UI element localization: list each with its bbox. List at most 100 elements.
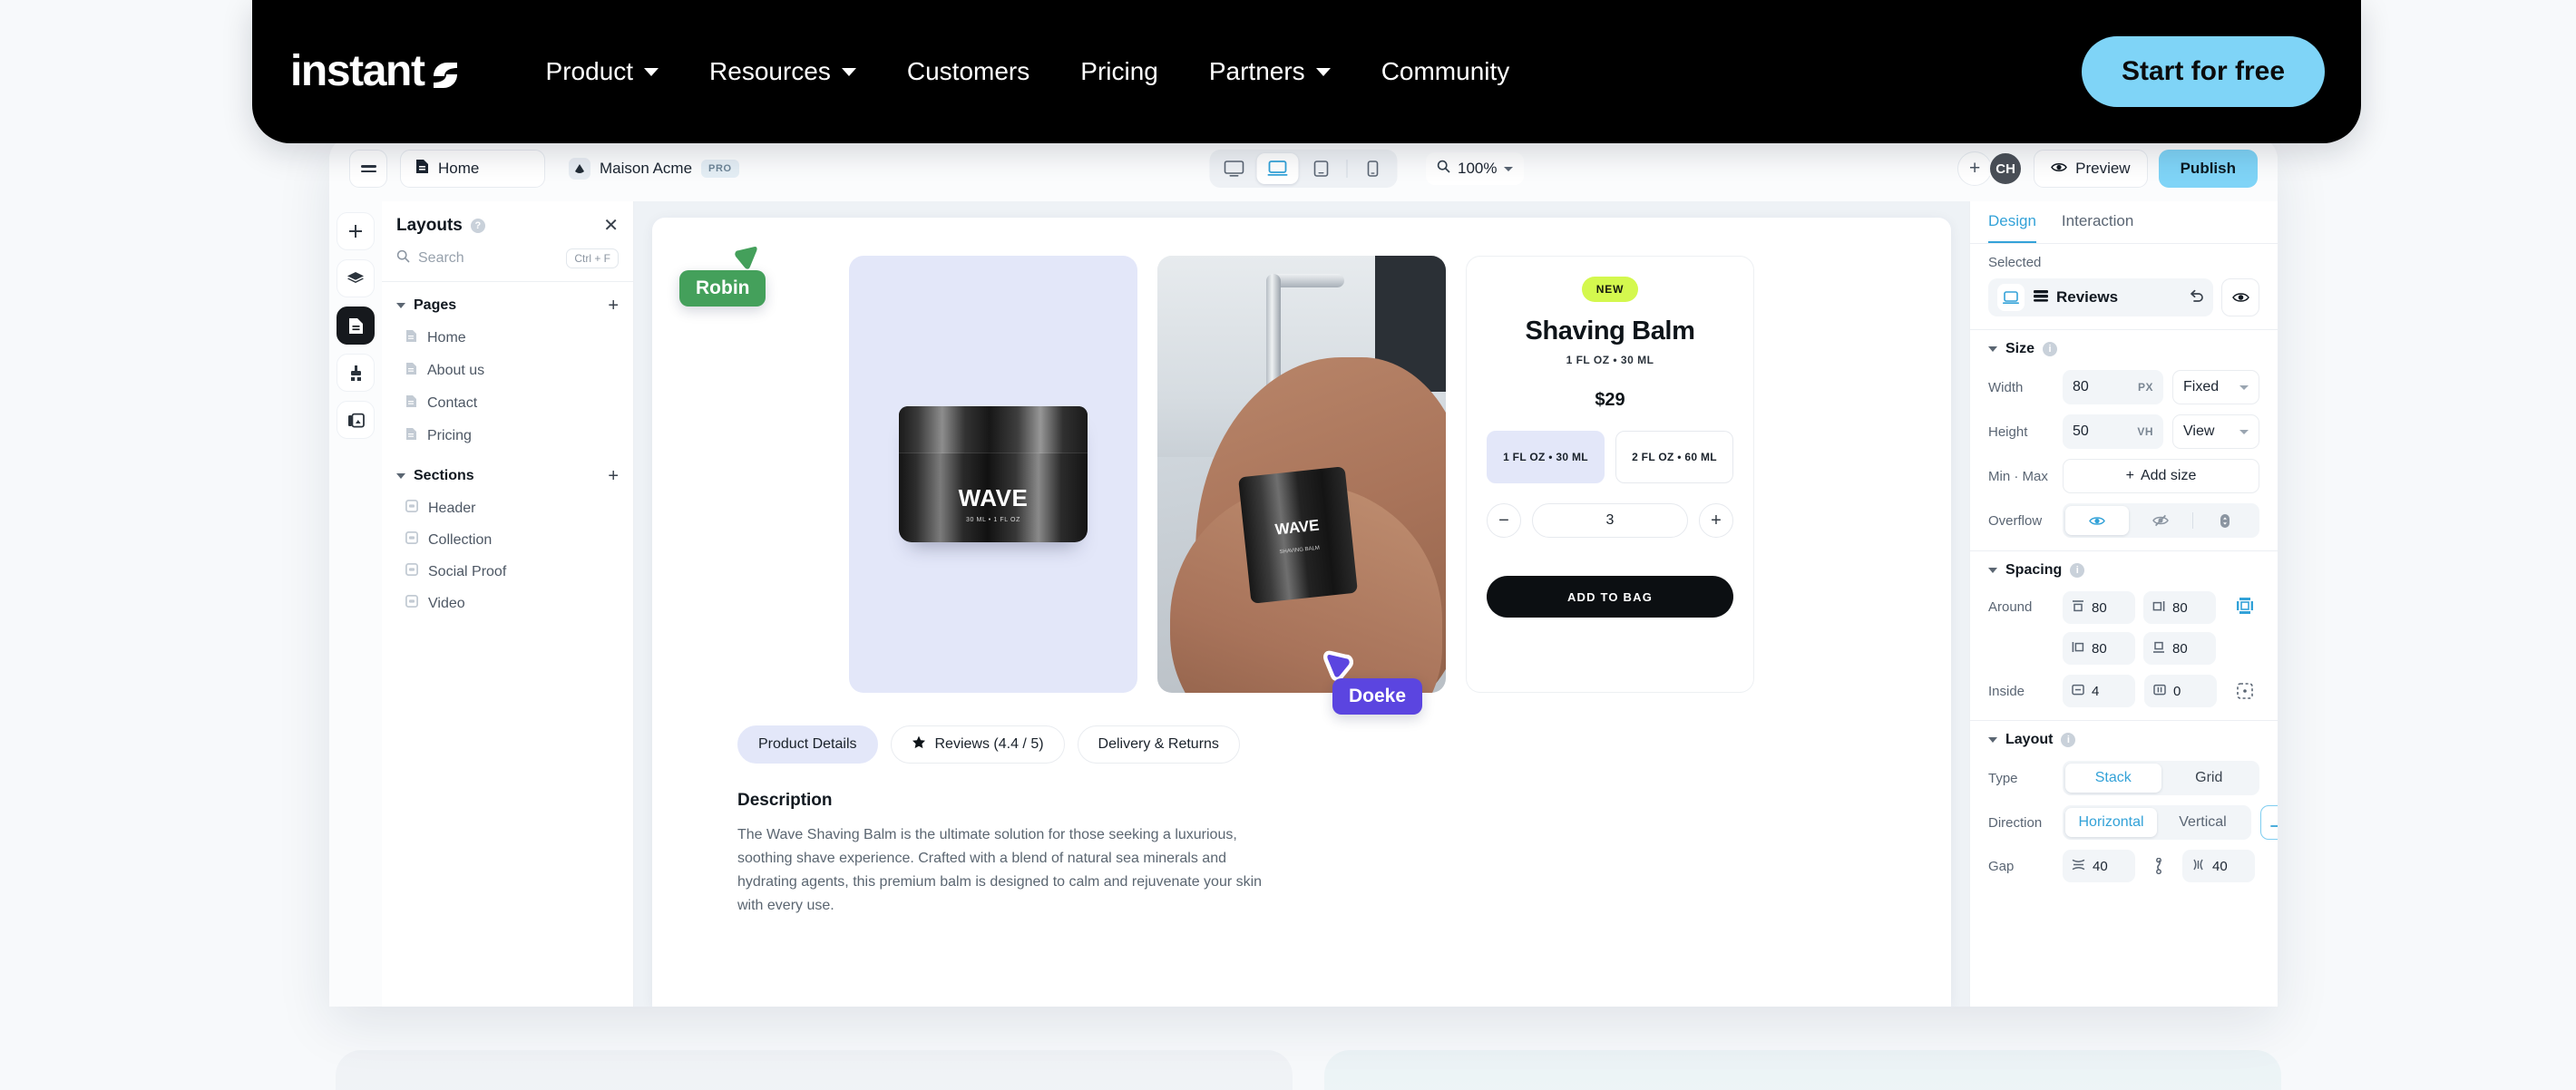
info-icon[interactable]: i: [2043, 342, 2058, 356]
nav-link-pricing[interactable]: Pricing: [1055, 57, 1184, 86]
preview-button[interactable]: Preview: [2034, 150, 2148, 188]
padding-left-input[interactable]: 80: [2063, 632, 2135, 665]
brand-logo[interactable]: instant: [290, 50, 461, 93]
laptop-icon: [1997, 284, 2025, 311]
search-input[interactable]: Search: [418, 250, 558, 267]
spacing-section-header[interactable]: Spacing i: [1988, 562, 2259, 579]
inside-label: Inside: [1988, 683, 2025, 699]
layout-type-stack-button[interactable]: Stack: [2065, 764, 2161, 793]
tab-interaction[interactable]: Interaction: [2062, 212, 2133, 243]
nav-link-partners[interactable]: Partners: [1184, 57, 1356, 86]
page-item-pricing[interactable]: Pricing: [382, 420, 633, 453]
overflow-visible-button[interactable]: [2065, 506, 2129, 535]
app-window: Home Maison Acme PRO 100% + CH Preview P…: [329, 136, 2278, 1007]
product-image-primary[interactable]: WAVE 30 ML • 1 FL OZ: [849, 256, 1137, 693]
rail-add-icon[interactable]: [337, 212, 375, 250]
page-item-contact[interactable]: Contact: [382, 387, 633, 420]
selected-element-box[interactable]: Reviews: [1988, 278, 2213, 316]
device-tablet-button[interactable]: [1301, 153, 1342, 184]
direction-horizontal-button[interactable]: Horizontal: [2065, 808, 2157, 837]
layout-section-header[interactable]: Layout i: [1988, 732, 2259, 748]
search-row[interactable]: Search Ctrl + F: [382, 245, 633, 281]
rail-theme-icon[interactable]: [337, 354, 375, 392]
inside-vertical-input[interactable]: 4: [2063, 675, 2135, 707]
file-icon: [405, 362, 417, 380]
group-header-pages[interactable]: Pages +: [382, 282, 633, 322]
height-input[interactable]: 50 VH: [2063, 414, 2163, 449]
align-wrap-icon[interactable]: [2260, 805, 2278, 840]
page-item-about-us[interactable]: About us: [382, 355, 633, 387]
product-image-lifestyle[interactable]: WAVE SHAVING BALM: [1157, 256, 1446, 693]
quantity-increase-button[interactable]: +: [1699, 503, 1733, 538]
overflow-scroll-button[interactable]: [2193, 506, 2257, 535]
zoom-control[interactable]: 100%: [1426, 152, 1525, 185]
size-section: Size i Width 80 PX Fixed Height 50 VH Vi…: [1970, 330, 2278, 551]
quantity-decrease-button[interactable]: −: [1487, 503, 1521, 538]
start-for-free-button[interactable]: Start for free: [2081, 36, 2325, 107]
info-icon[interactable]: i: [2070, 563, 2085, 578]
device-mobile-button[interactable]: [1352, 153, 1394, 184]
direction-vertical-button[interactable]: Vertical: [2157, 808, 2249, 837]
info-icon[interactable]: ?: [470, 219, 485, 233]
decorative-card-left: [336, 1050, 1293, 1090]
gap-row-input[interactable]: 40: [2063, 850, 2135, 882]
tab-delivery-returns[interactable]: Delivery & Returns: [1077, 725, 1240, 764]
add-section-button[interactable]: +: [608, 467, 619, 485]
layout-type-grid-button[interactable]: Grid: [2161, 764, 2258, 793]
add-collaborator-button[interactable]: +: [1957, 151, 1993, 186]
padding-right-input[interactable]: 80: [2143, 591, 2216, 624]
project-selector[interactable]: Maison Acme PRO: [558, 150, 750, 188]
rail-pages-icon[interactable]: [337, 307, 375, 345]
nav-link-resources[interactable]: Resources: [684, 57, 882, 86]
add-page-button[interactable]: +: [608, 297, 619, 315]
rail-assets-icon[interactable]: [337, 401, 375, 439]
variant-option-30ml[interactable]: 1 FL OZ • 30 ML: [1487, 431, 1605, 483]
tab-design[interactable]: Design: [1988, 212, 2036, 243]
page-preview-canvas[interactable]: WAVE 30 ML • 1 FL OZ WAVE SHAVING BALM N…: [652, 218, 1951, 1007]
publish-button[interactable]: Publish: [2158, 150, 2258, 188]
nav-link-label: Customers: [906, 57, 1030, 85]
section-item-social-proof[interactable]: Social Proof: [382, 556, 633, 588]
nav-link-product[interactable]: Product: [521, 57, 685, 86]
add-to-bag-button[interactable]: ADD TO BAG: [1487, 576, 1733, 618]
nav-link-customers[interactable]: Customers: [882, 57, 1055, 86]
link-gap-values-icon[interactable]: [2144, 852, 2173, 881]
padding-top-input[interactable]: 80: [2063, 591, 2135, 624]
layout-direction-label: Direction: [1988, 814, 2043, 831]
nav-link-community[interactable]: Community: [1356, 57, 1536, 86]
page-selector[interactable]: Home: [400, 150, 545, 188]
tab-product-details[interactable]: Product Details: [737, 725, 878, 764]
device-desktop-button[interactable]: [1214, 153, 1255, 184]
group-header-sections[interactable]: Sections +: [382, 453, 633, 492]
tab-reviews[interactable]: Reviews (4.4 / 5): [890, 725, 1065, 764]
rail-layers-icon[interactable]: [337, 259, 375, 297]
size-section-header[interactable]: Size i: [1988, 341, 2259, 357]
section-item-header[interactable]: Header: [382, 492, 633, 524]
add-size-button[interactable]: + Add size: [2063, 459, 2259, 493]
device-laptop-button[interactable]: [1256, 153, 1299, 184]
quantity-input[interactable]: 3: [1532, 503, 1688, 538]
inside-horizontal-input[interactable]: 0: [2144, 675, 2217, 707]
jar-volume-label: 30 ML • 1 FL OZ: [966, 517, 1020, 523]
padding-bottom-input[interactable]: 80: [2143, 632, 2216, 665]
link-around-values-icon[interactable]: [2230, 591, 2259, 620]
gap-column-input[interactable]: 40: [2182, 850, 2255, 882]
height-mode-select[interactable]: View: [2172, 414, 2259, 449]
variant-option-60ml[interactable]: 2 FL OZ • 60 ML: [1615, 431, 1733, 483]
product-buy-box: NEW Shaving Balm 1 FL OZ • 30 ML $29 1 F…: [1466, 256, 1754, 693]
width-input[interactable]: 80 PX: [2063, 370, 2163, 404]
width-mode-select[interactable]: Fixed: [2172, 370, 2259, 404]
close-icon[interactable]: ✕: [603, 217, 619, 235]
link-inside-values-icon[interactable]: [2230, 676, 2259, 706]
section-icon: [405, 562, 418, 580]
page-item-home[interactable]: Home: [382, 322, 633, 355]
section-item-video[interactable]: Video: [382, 588, 633, 619]
info-icon[interactable]: i: [2061, 733, 2076, 747]
section-item-collection[interactable]: Collection: [382, 524, 633, 556]
hamburger-icon[interactable]: [349, 150, 387, 188]
visibility-toggle-button[interactable]: [2221, 278, 2259, 316]
avatar[interactable]: CH: [1988, 151, 2024, 186]
layout-direction-segmented: Horizontal Vertical: [2063, 805, 2251, 840]
overflow-hidden-button[interactable]: [2129, 506, 2192, 535]
reset-icon[interactable]: [2189, 288, 2204, 307]
